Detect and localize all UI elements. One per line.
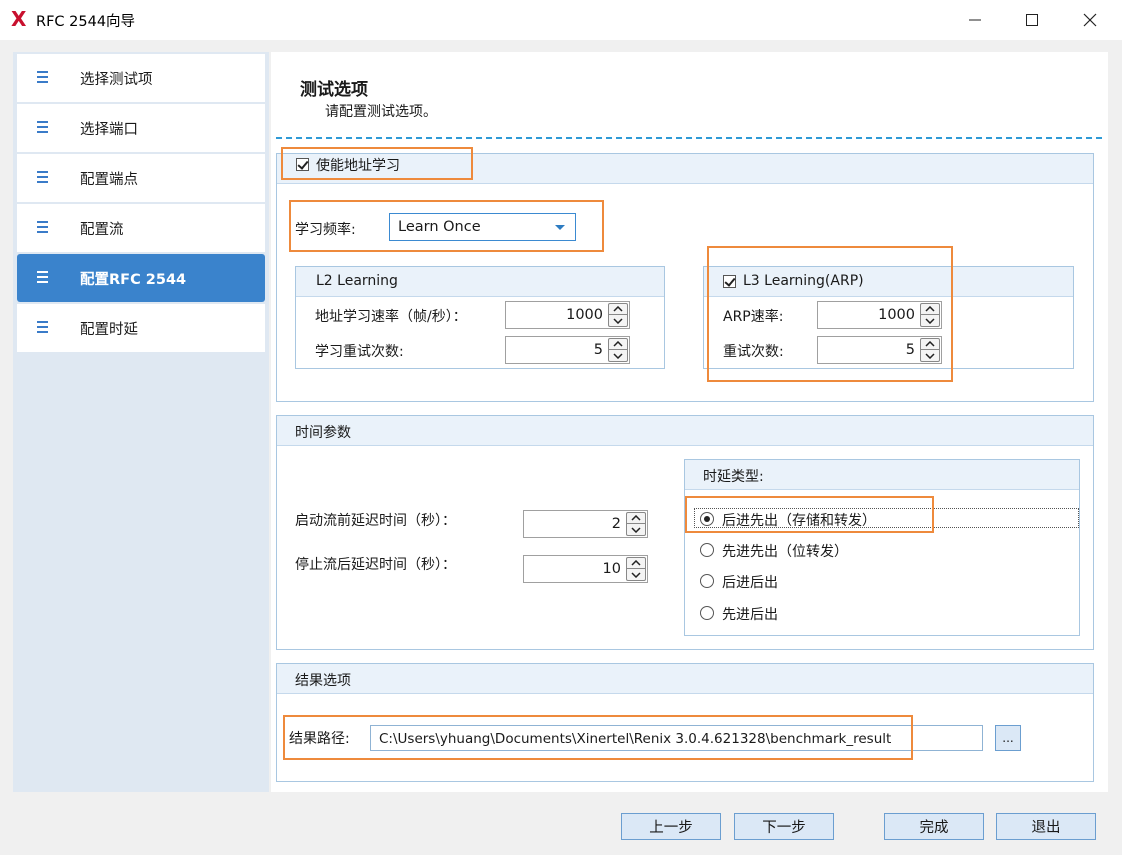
sidebar-item-label: 选择测试项	[80, 72, 153, 88]
latency-type-header: 时延类型:	[685, 460, 1079, 490]
spin-down-icon[interactable]	[609, 350, 627, 361]
radio-icon[interactable]	[700, 543, 714, 557]
spinner-buttons[interactable]	[608, 303, 628, 327]
l2-learning-title: L2 Learning	[316, 273, 398, 289]
previous-button[interactable]: 上一步	[621, 813, 721, 840]
spin-down-icon[interactable]	[627, 569, 645, 580]
close-button[interactable]	[1061, 0, 1119, 40]
next-button[interactable]: 下一步	[734, 813, 834, 840]
latency-option-label: 后进后出	[722, 575, 778, 591]
start-delay-value: 2	[611, 516, 621, 532]
stop-delay-value: 10	[602, 561, 621, 577]
l2-retry-value: 5	[593, 342, 603, 358]
spinner-buttons[interactable]	[608, 338, 628, 362]
maximize-icon	[1026, 14, 1038, 26]
spinner-buttons[interactable]	[626, 557, 646, 581]
sidebar-item-config-endpoints[interactable]: 配置端点	[17, 154, 265, 202]
page-subtitle: 请配置测试选项。	[325, 104, 437, 120]
stop-delay-spinner[interactable]: 10	[523, 555, 648, 583]
annotation-highlight	[685, 496, 934, 533]
minimize-button[interactable]	[946, 0, 1004, 40]
sidebar-item-config-streams[interactable]: 配置流	[17, 204, 265, 252]
app-logo: X	[11, 7, 27, 31]
latency-type-title: 时延类型:	[703, 469, 764, 485]
spin-down-icon[interactable]	[627, 524, 645, 535]
spin-up-icon[interactable]	[627, 558, 645, 569]
page-title: 测试选项	[300, 80, 368, 100]
sidebar-item-label: 选择端口	[80, 122, 138, 138]
title-bar: X RFC 2544向导	[0, 0, 1122, 40]
l2-rate-spinner[interactable]: 1000	[505, 301, 630, 329]
radio-icon[interactable]	[700, 574, 714, 588]
result-options-header: 结果选项	[277, 664, 1093, 694]
latency-option-lilo[interactable]: 后进后出	[698, 571, 998, 591]
list-icon	[37, 71, 48, 86]
window-title: RFC 2544向导	[36, 14, 136, 30]
annotation-highlight	[283, 715, 913, 760]
minimize-icon	[969, 19, 981, 21]
l2-learning-header: L2 Learning	[296, 267, 664, 297]
maximize-button[interactable]	[1003, 0, 1061, 40]
sidebar-item-select-tests[interactable]: 选择测试项	[17, 54, 265, 102]
sidebar-item-label: 配置流	[80, 222, 124, 238]
header-divider	[276, 137, 1102, 139]
start-delay-label: 启动流前延迟时间（秒）：	[295, 513, 456, 529]
annotation-highlight	[707, 246, 953, 382]
annotation-highlight	[281, 147, 473, 180]
spin-up-icon[interactable]	[627, 513, 645, 524]
spin-down-icon[interactable]	[609, 315, 627, 326]
latency-option-label: 先进先出（位转发）	[722, 544, 848, 560]
finish-button[interactable]: 完成	[884, 813, 984, 840]
l2-retry-spinner[interactable]: 5	[505, 336, 630, 364]
sidebar-item-config-rfc2544[interactable]: 配置RFC 2544	[17, 254, 265, 302]
list-icon	[37, 271, 48, 286]
list-icon	[37, 121, 48, 136]
sidebar-item-config-latency[interactable]: 配置时延	[17, 304, 265, 352]
list-icon	[37, 221, 48, 236]
spinner-buttons[interactable]	[626, 512, 646, 536]
time-params-header: 时间参数	[277, 416, 1093, 446]
sidebar-item-select-ports[interactable]: 选择端口	[17, 104, 265, 152]
close-icon	[1083, 13, 1097, 27]
spin-up-icon[interactable]	[609, 304, 627, 315]
sidebar-item-label: 配置RFC 2544	[80, 272, 187, 288]
radio-icon[interactable]	[700, 606, 714, 620]
l2-rate-value: 1000	[566, 307, 603, 323]
stop-delay-label: 停止流后延迟时间（秒）：	[295, 557, 456, 573]
sidebar-item-label: 配置端点	[80, 172, 138, 188]
l2-rate-label: 地址学习速率（帧/秒）：	[315, 309, 467, 325]
latency-option-label: 先进后出	[722, 607, 778, 623]
latency-option-filo[interactable]: 先进后出	[698, 603, 998, 623]
annotation-highlight	[289, 200, 604, 252]
latency-option-fifo[interactable]: 先进先出（位转发）	[698, 540, 998, 560]
list-icon	[37, 171, 48, 186]
start-delay-spinner[interactable]: 2	[523, 510, 648, 538]
spin-up-icon[interactable]	[609, 339, 627, 350]
exit-button[interactable]: 退出	[996, 813, 1096, 840]
result-options-title: 结果选项	[295, 673, 351, 689]
l2-retry-label: 学习重试次数:	[315, 344, 404, 360]
sidebar-item-label: 配置时延	[80, 322, 138, 338]
browse-button[interactable]: ...	[995, 725, 1021, 751]
list-icon	[37, 321, 48, 336]
time-params-title: 时间参数	[295, 425, 351, 441]
